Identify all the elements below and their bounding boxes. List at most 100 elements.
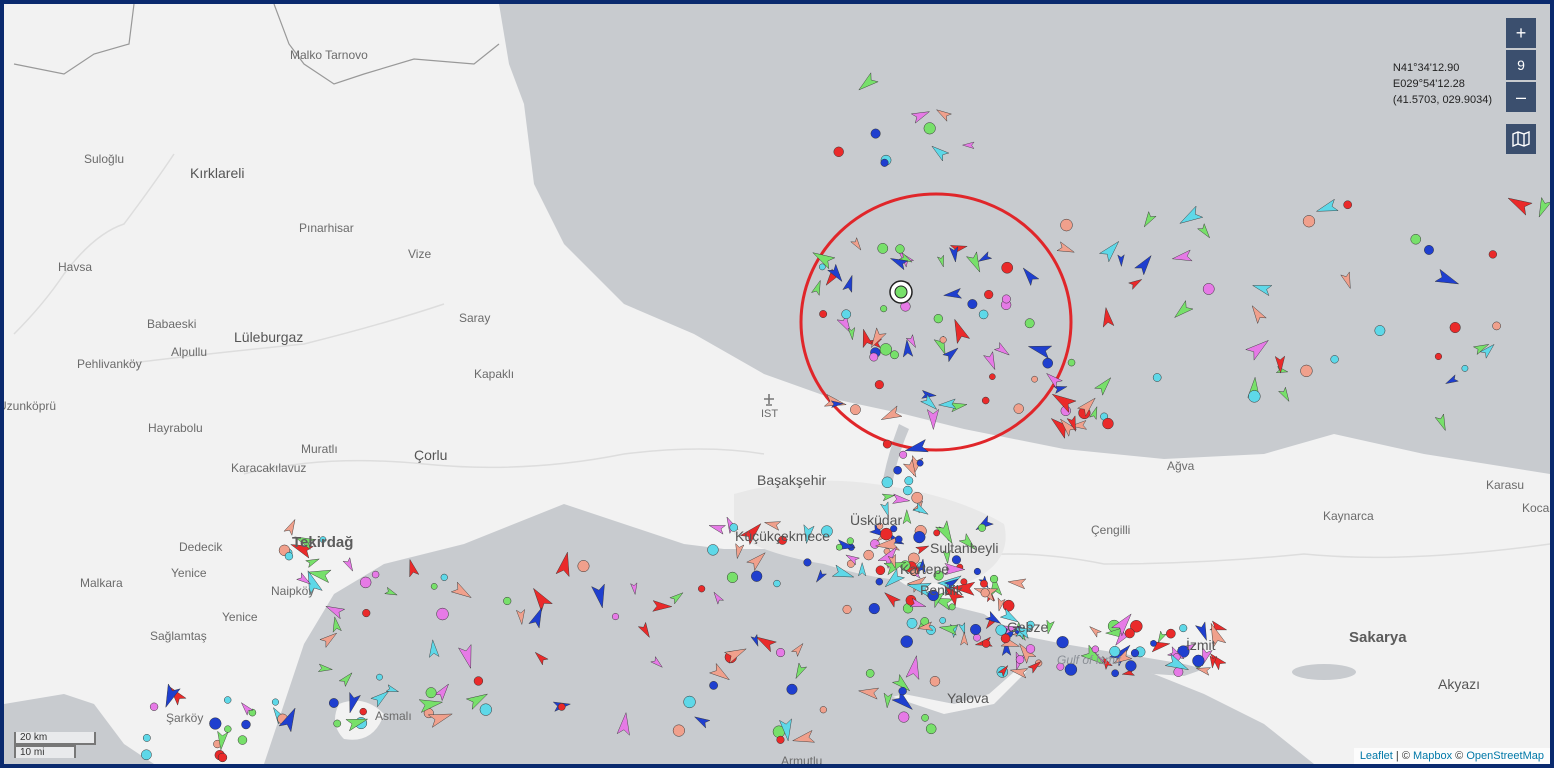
vessel-marker[interactable] [1424, 245, 1434, 255]
vessel-marker[interactable] [1141, 210, 1157, 230]
vessel-marker[interactable] [865, 669, 875, 678]
vessel-marker[interactable] [1171, 299, 1194, 322]
vessel-marker[interactable] [1027, 340, 1053, 359]
vessel-marker[interactable] [333, 719, 342, 728]
vessel-marker[interactable] [934, 106, 953, 122]
vessel-marker[interactable] [376, 673, 383, 681]
vessel-marker[interactable] [989, 373, 996, 380]
vessel-marker[interactable] [1117, 254, 1125, 268]
vessel-marker[interactable] [810, 279, 825, 296]
vessel-marker[interactable] [989, 574, 999, 584]
vessel-marker[interactable] [1001, 294, 1011, 304]
layers-button[interactable] [1506, 124, 1536, 154]
vessel-marker[interactable] [903, 485, 913, 496]
vessel-marker[interactable] [1192, 654, 1205, 667]
vessel-marker[interactable] [875, 577, 884, 586]
vessel-marker[interactable] [425, 687, 437, 699]
vessel-marker[interactable] [870, 128, 881, 139]
vessel-marker[interactable] [879, 343, 892, 356]
vessel-marker[interactable] [850, 237, 864, 252]
vessel-marker[interactable] [224, 696, 232, 704]
vessel-marker[interactable] [1150, 640, 1157, 647]
vessel-marker[interactable] [1067, 358, 1076, 367]
vessel-marker[interactable] [1125, 660, 1137, 672]
vessel-marker[interactable] [479, 703, 492, 716]
vessel-marker[interactable] [899, 450, 908, 459]
vessel-marker[interactable] [980, 579, 988, 588]
vessel-marker[interactable] [672, 724, 685, 737]
vessel-marker[interactable] [939, 336, 947, 344]
zoom-in-button[interactable]: + [1506, 18, 1536, 48]
vessel-marker[interactable] [911, 491, 923, 504]
vessel-marker[interactable] [921, 714, 929, 722]
vessel-marker[interactable] [1300, 364, 1313, 378]
vessel-marker[interactable] [1060, 218, 1073, 232]
vessel-marker[interactable] [224, 725, 232, 733]
vessel-marker[interactable] [882, 439, 892, 449]
vessel-marker[interactable] [557, 703, 566, 711]
vessel-marker[interactable] [473, 676, 484, 686]
vessel-marker[interactable] [698, 585, 706, 593]
vessel-marker[interactable] [900, 635, 913, 648]
vessel-marker[interactable] [726, 571, 739, 583]
vessel-marker[interactable] [1461, 364, 1469, 372]
vessel-marker[interactable] [328, 698, 339, 708]
vessel-marker[interactable] [846, 537, 854, 545]
vessel-marker[interactable] [869, 352, 879, 362]
selected-vessel-icon[interactable] [889, 280, 913, 304]
vessel-marker[interactable] [359, 707, 367, 716]
vessel-marker[interactable] [951, 555, 961, 565]
vessel-marker[interactable] [984, 289, 994, 300]
vessel-marker[interactable] [1042, 357, 1054, 369]
vessel-marker[interactable] [803, 558, 812, 567]
vessel-marker[interactable] [910, 107, 931, 124]
vessel-marker[interactable] [898, 686, 907, 696]
vessel-marker[interactable] [906, 617, 918, 629]
vessel-marker[interactable] [1025, 644, 1036, 654]
vessel-marker[interactable] [1343, 200, 1352, 210]
vessel-marker[interactable] [1330, 355, 1339, 364]
vessel-marker[interactable] [1101, 306, 1115, 328]
vessel-marker[interactable] [855, 72, 879, 95]
vessel-marker[interactable] [890, 350, 899, 360]
vessel-marker[interactable] [833, 146, 844, 157]
vessel-marker[interactable] [237, 735, 248, 745]
vessel-marker[interactable] [961, 141, 975, 149]
vessel-marker[interactable] [1089, 406, 1101, 421]
vessel-marker[interactable] [1056, 241, 1076, 257]
vessel-marker[interactable] [880, 158, 889, 167]
vessel-marker[interactable] [1177, 205, 1204, 229]
vessel-marker[interactable] [1410, 233, 1422, 245]
vessel-marker[interactable] [929, 142, 950, 162]
vessel-marker[interactable] [874, 380, 884, 390]
vessel-marker[interactable] [868, 602, 880, 615]
vessel-marker[interactable] [1505, 192, 1533, 216]
vessel-marker[interactable] [925, 723, 937, 735]
vessel-marker[interactable] [1340, 271, 1355, 290]
vessel-marker[interactable] [1444, 374, 1459, 387]
vessel-marker[interactable] [942, 287, 963, 300]
map-view[interactable]: Malko Tarnovo Kırklareli Suloğlu Pınarhi… [4, 4, 1550, 764]
vessel-marker[interactable] [1124, 628, 1135, 639]
vessel-marker[interactable] [895, 244, 905, 254]
vessel-marker[interactable] [1202, 283, 1215, 295]
vessel-marker[interactable] [1275, 365, 1289, 375]
vessel-marker[interactable] [142, 734, 151, 742]
vessel-marker[interactable] [875, 565, 886, 576]
vessel-marker[interactable] [284, 552, 294, 561]
vessel-marker[interactable] [751, 570, 763, 582]
vessel-marker[interactable] [847, 326, 856, 341]
vessel-marker[interactable] [683, 695, 696, 709]
vessel-marker[interactable] [923, 122, 936, 135]
vessel-marker[interactable] [933, 314, 943, 324]
vessel-marker[interactable] [1000, 633, 1011, 644]
vessel-marker[interactable] [836, 543, 843, 551]
vessel-marker[interactable] [916, 459, 924, 467]
vessel-marker[interactable] [965, 251, 984, 275]
vessel-marker[interactable] [503, 596, 512, 606]
vessel-marker[interactable] [877, 243, 889, 254]
vessel-marker[interactable] [819, 706, 827, 714]
vessel-marker[interactable] [933, 529, 941, 537]
vessel-marker[interactable] [1302, 215, 1316, 228]
vessel-marker[interactable] [1171, 249, 1193, 264]
